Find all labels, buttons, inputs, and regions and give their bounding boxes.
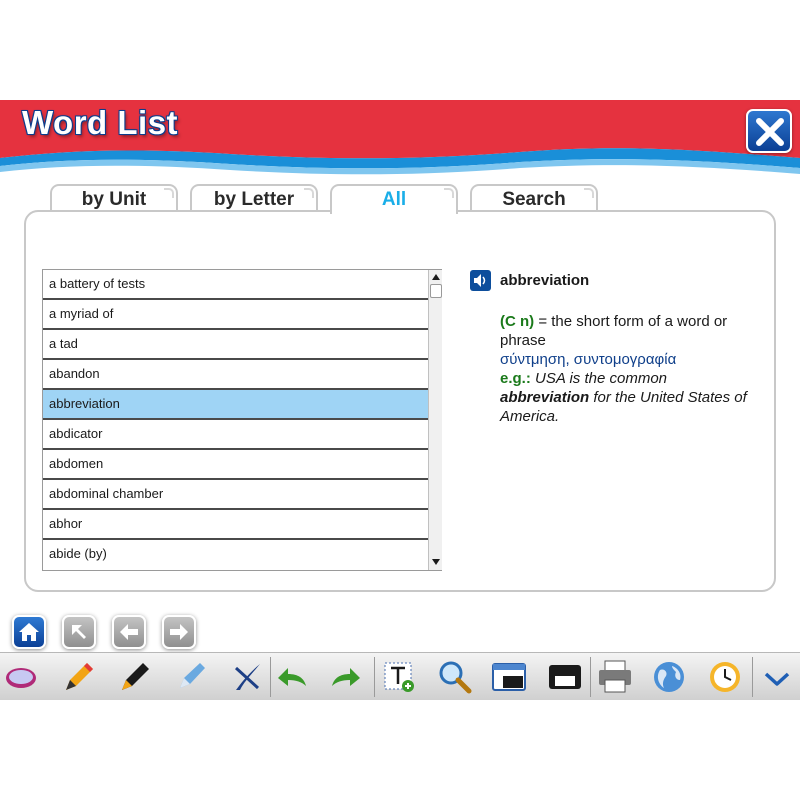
header: Word List bbox=[0, 100, 800, 180]
definition-word: abbreviation bbox=[500, 272, 590, 289]
left-arrow-icon bbox=[120, 624, 138, 640]
scrollbar-thumb[interactable] bbox=[430, 284, 442, 298]
home-icon bbox=[19, 623, 39, 641]
bottom-toolbar bbox=[0, 652, 800, 700]
toolbar-separator bbox=[270, 657, 271, 697]
part-of-speech: (C n) bbox=[500, 313, 535, 330]
clear-icon[interactable] bbox=[228, 658, 266, 696]
word-list-app: Word List by Unit by Letter All Search a… bbox=[0, 100, 800, 700]
list-item[interactable]: a tad bbox=[43, 330, 428, 360]
text-box-icon[interactable] bbox=[380, 658, 418, 696]
tab-all[interactable]: All bbox=[330, 184, 458, 214]
example-label: e.g.: bbox=[500, 370, 531, 387]
tab-by-unit[interactable]: by Unit bbox=[50, 184, 178, 212]
redo-icon[interactable] bbox=[326, 658, 364, 696]
definition-body: (C n) = the short form of a word or phra… bbox=[500, 312, 750, 426]
list-item[interactable]: abdominal chamber bbox=[43, 480, 428, 510]
close-icon bbox=[756, 118, 784, 146]
pencil-icon[interactable] bbox=[60, 658, 98, 696]
close-button[interactable] bbox=[746, 109, 792, 153]
up-left-arrow-icon bbox=[72, 625, 86, 639]
toolbar-separator bbox=[752, 657, 753, 697]
right-arrow-icon bbox=[170, 624, 188, 640]
undo-icon[interactable] bbox=[274, 658, 312, 696]
home-button[interactable] bbox=[12, 615, 46, 649]
tab-by-letter[interactable]: by Letter bbox=[190, 184, 318, 212]
list-item[interactable]: abhor bbox=[43, 510, 428, 540]
toolbar-separator bbox=[374, 657, 375, 697]
up-button[interactable] bbox=[62, 615, 96, 649]
list-item[interactable]: abandon bbox=[43, 360, 428, 390]
list-item[interactable]: abdicator bbox=[43, 420, 428, 450]
marker-icon[interactable] bbox=[116, 658, 154, 696]
translation: σύντμηση, συντομογραφία bbox=[500, 351, 677, 368]
forward-button[interactable] bbox=[162, 615, 196, 649]
clock-icon[interactable] bbox=[706, 658, 744, 696]
pronounce-button[interactable] bbox=[470, 270, 491, 291]
list-item[interactable]: abide (by) bbox=[43, 540, 428, 570]
collapse-icon[interactable] bbox=[758, 658, 796, 696]
scroll-down-icon[interactable] bbox=[430, 556, 442, 568]
list-item-selected[interactable]: abbreviation bbox=[43, 390, 428, 420]
window-icon[interactable] bbox=[490, 658, 528, 696]
scrollbar[interactable] bbox=[428, 270, 442, 570]
back-button[interactable] bbox=[112, 615, 146, 649]
toolbar-separator bbox=[590, 657, 591, 697]
word-list[interactable]: a battery of tests a myriad of a tad aba… bbox=[42, 269, 442, 571]
highlighter-icon[interactable] bbox=[172, 658, 210, 696]
list-item[interactable]: a battery of tests bbox=[43, 270, 428, 300]
scroll-up-icon[interactable] bbox=[430, 271, 442, 283]
tab-search[interactable]: Search bbox=[470, 184, 598, 212]
minimize-icon[interactable] bbox=[546, 658, 584, 696]
example-keyword: abbreviation bbox=[500, 389, 590, 406]
speaker-icon bbox=[474, 274, 486, 287]
definition-meaning: = the short form of a word or phrase bbox=[500, 313, 728, 349]
globe-icon[interactable] bbox=[650, 658, 688, 696]
list-item[interactable]: a myriad of bbox=[43, 300, 428, 330]
magnifier-icon[interactable] bbox=[436, 658, 474, 696]
eraser-icon[interactable] bbox=[2, 658, 40, 696]
page-title: Word List bbox=[22, 104, 179, 141]
list-item[interactable]: abdomen bbox=[43, 450, 428, 480]
example-text: USA is the common bbox=[535, 370, 668, 387]
print-icon[interactable] bbox=[596, 658, 634, 696]
